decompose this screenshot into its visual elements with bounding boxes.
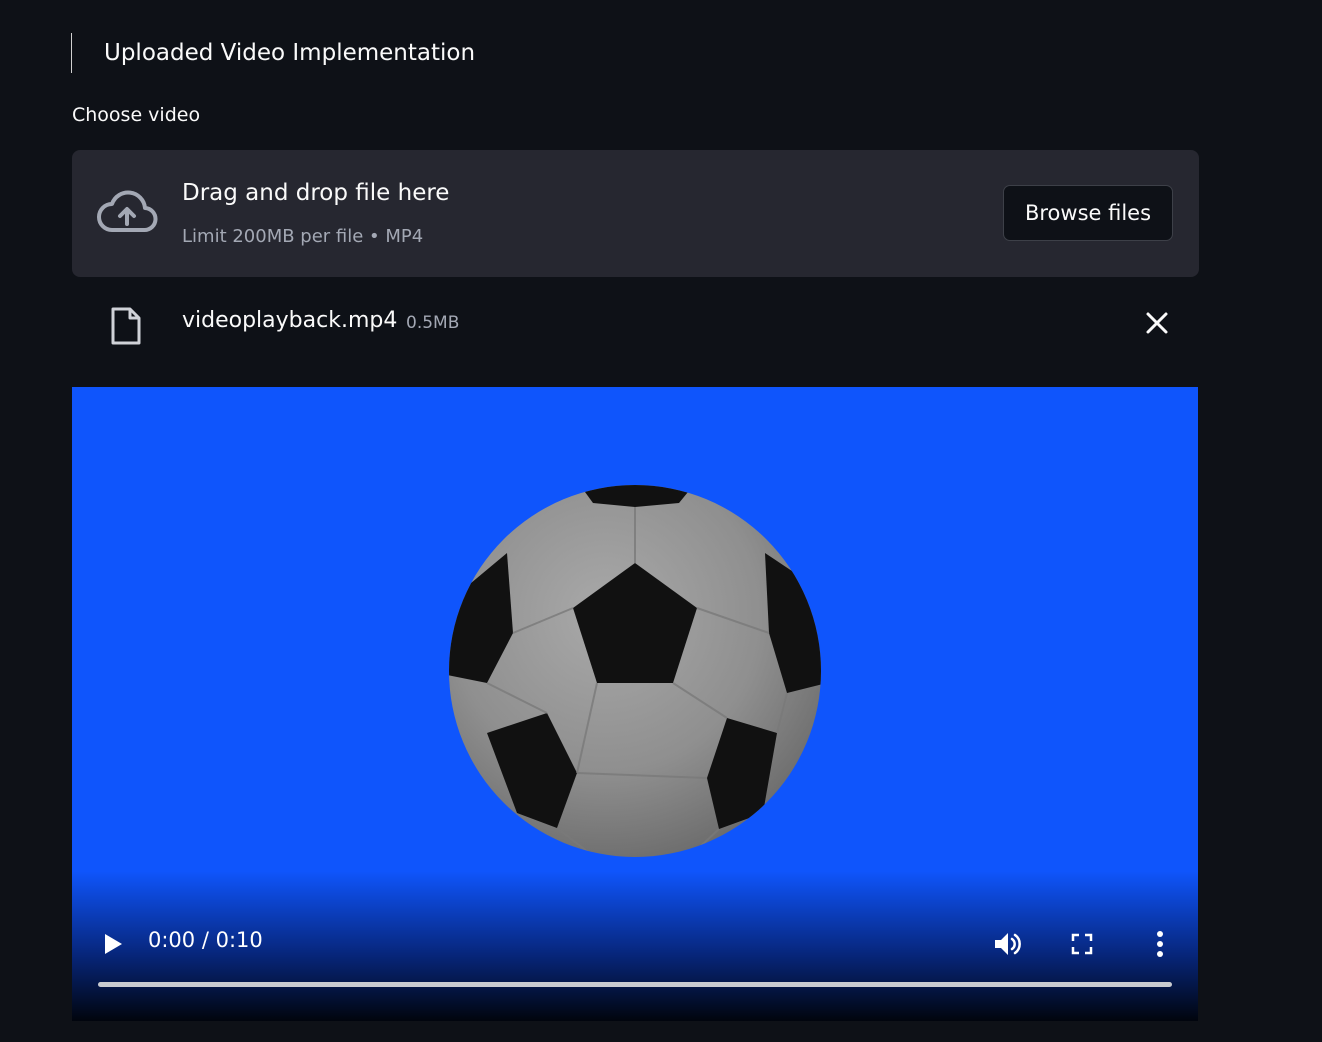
- video-progress-bar[interactable]: [98, 982, 1172, 987]
- file-name: videoplayback.mp4: [182, 308, 398, 333]
- page-header: Uploaded Video Implementation: [71, 33, 475, 73]
- more-vertical-icon[interactable]: [1150, 930, 1170, 958]
- page-title: Uploaded Video Implementation: [104, 40, 476, 66]
- volume-icon[interactable]: [992, 929, 1022, 959]
- video-player[interactable]: 0:00 / 0:10: [72, 387, 1198, 1021]
- close-icon[interactable]: [1144, 310, 1170, 336]
- cloud-upload-icon: [97, 190, 158, 232]
- video-time-display: 0:00 / 0:10: [148, 928, 263, 952]
- soccer-ball-image: [449, 485, 821, 857]
- file-dropzone[interactable]: Drag and drop file here Limit 200MB per …: [72, 150, 1199, 277]
- dropzone-title: Drag and drop file here: [182, 180, 450, 206]
- browse-files-button[interactable]: Browse files: [1003, 185, 1173, 241]
- uploaded-file-row: videoplayback.mp4 0.5MB: [72, 300, 1199, 350]
- dropzone-limit-text: Limit 200MB per file • MP4: [182, 226, 424, 247]
- page: Uploaded Video Implementation Choose vid…: [0, 0, 1322, 1042]
- play-icon[interactable]: [102, 932, 124, 956]
- file-icon: [111, 307, 141, 345]
- file-size: 0.5MB: [406, 313, 460, 333]
- fullscreen-icon[interactable]: [1071, 933, 1093, 955]
- uploader-label: Choose video: [72, 104, 201, 126]
